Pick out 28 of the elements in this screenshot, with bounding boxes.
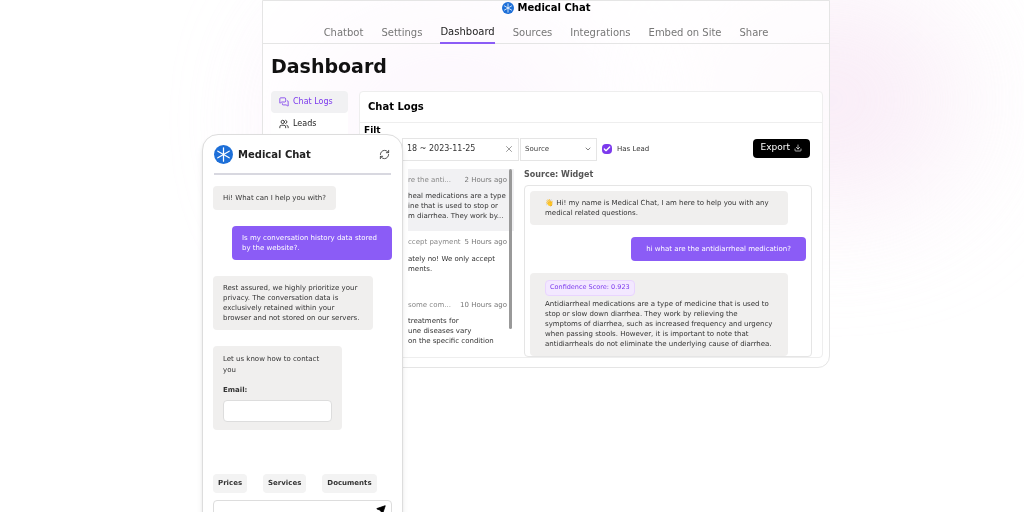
source-label: Source: Widget xyxy=(524,168,595,181)
refresh-icon[interactable] xyxy=(379,148,390,160)
app-title: Medical Chat xyxy=(517,3,591,13)
widget-title: Medical Chat xyxy=(238,147,311,162)
download-icon xyxy=(794,144,802,152)
snowflake-logo-icon xyxy=(214,144,233,164)
chat-bubbles-icon xyxy=(279,96,289,107)
page-title: Dashboard xyxy=(271,54,388,79)
sidebar-item[interactable]: Leads xyxy=(271,112,348,135)
nav-tab[interactable]: Integrations xyxy=(570,18,631,44)
email-input[interactable] xyxy=(223,399,332,422)
clear-icon[interactable] xyxy=(504,144,514,154)
people-icon xyxy=(279,118,289,129)
send-icon[interactable] xyxy=(376,505,386,512)
nav-tab[interactable]: Settings xyxy=(381,18,423,44)
scrollbar[interactable] xyxy=(509,168,512,329)
sidebar-item[interactable]: Chat Logs xyxy=(271,90,348,113)
nav-tab[interactable]: Sources xyxy=(512,18,553,44)
date-range-field[interactable]: 18 ~ 2023-11-25 xyxy=(402,137,519,161)
panel-title: Chat Logs xyxy=(360,91,822,123)
nav-tab[interactable]: Share xyxy=(739,18,769,44)
nav-tab[interactable]: Embed on Site xyxy=(648,18,722,44)
nav-tab[interactable]: Dashboard xyxy=(440,18,495,44)
has-lead-checkbox[interactable] xyxy=(602,144,612,154)
filter-label: Filt xyxy=(364,123,381,137)
export-button[interactable]: Export xyxy=(752,138,810,158)
nav-tab[interactable]: Chatbot xyxy=(323,18,364,44)
caret-icon xyxy=(584,145,592,153)
